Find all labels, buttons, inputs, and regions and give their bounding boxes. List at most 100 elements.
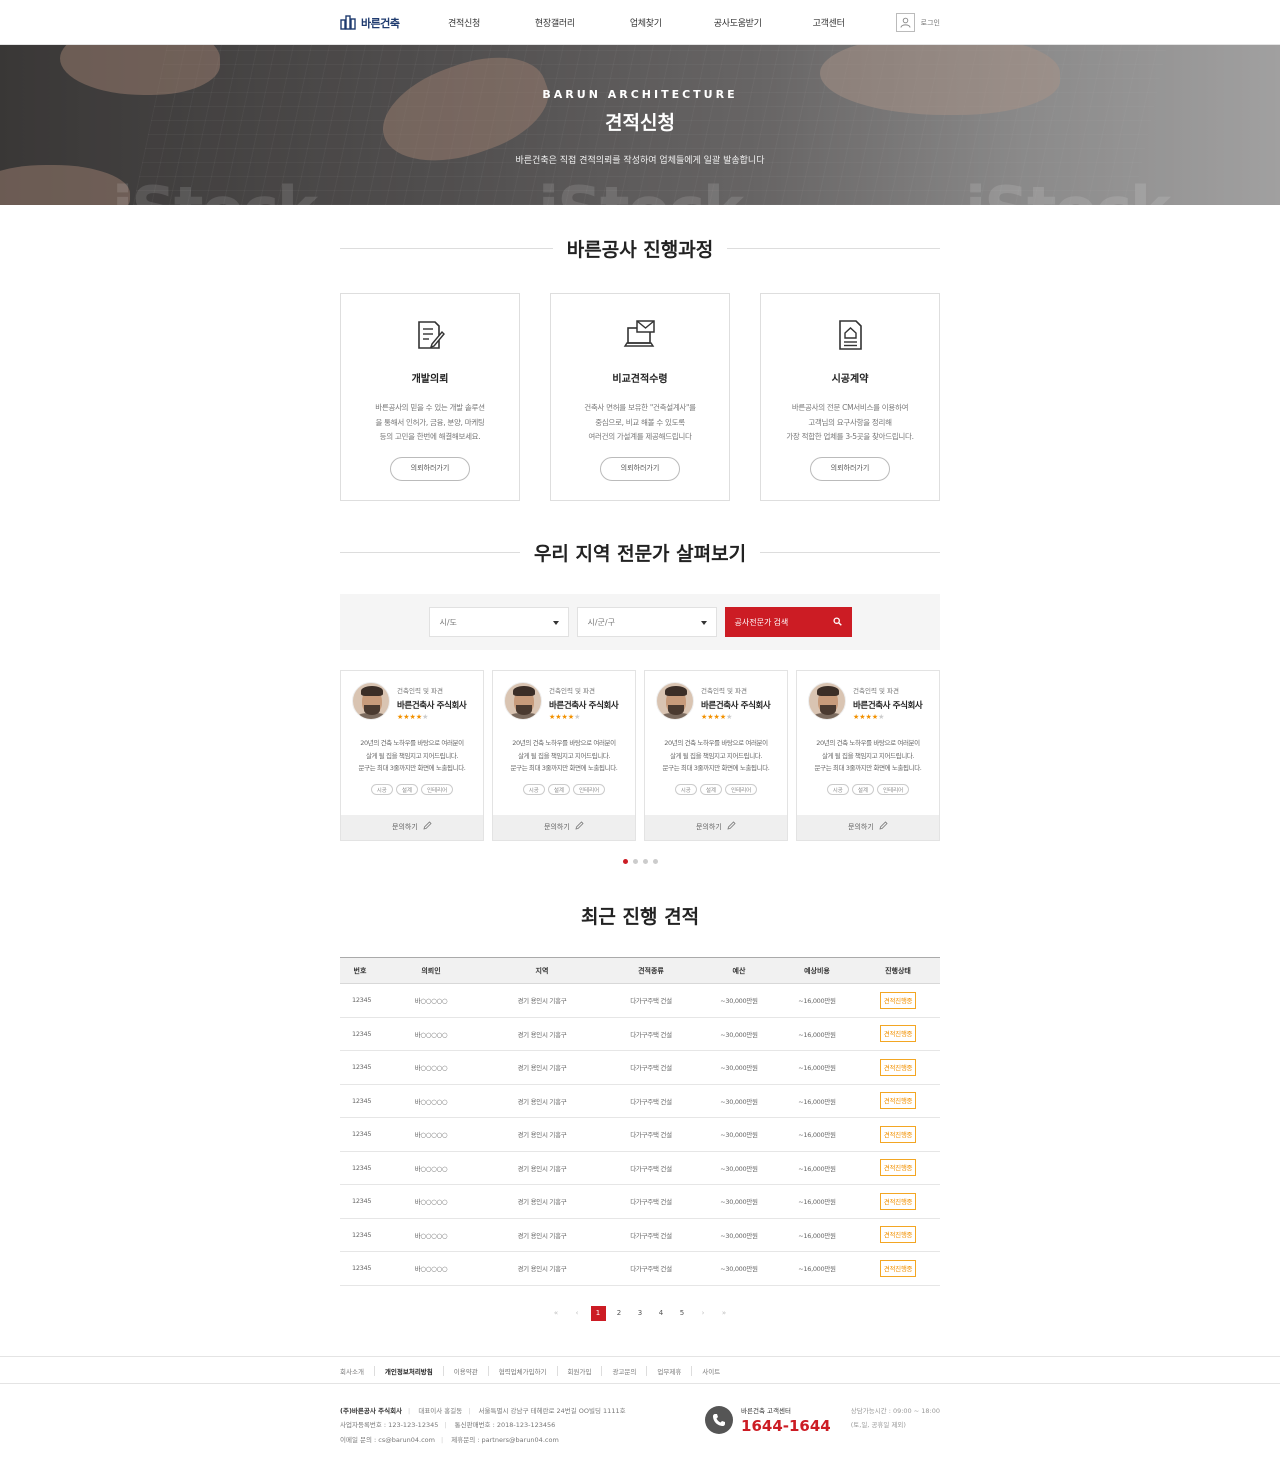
request-button[interactable]: 의뢰하러가기 [390,456,470,481]
carousel-dot[interactable] [622,859,628,864]
request-button[interactable]: 의뢰하러가기 [600,456,680,481]
request-button[interactable]: 의뢰하러가기 [810,456,890,481]
footer-link[interactable]: 이용약관 [454,1365,489,1376]
row-budget: ~30,000만원 [700,1218,778,1252]
page-number[interactable]: 4 [654,1306,669,1321]
footer-link[interactable]: 회원가입 [568,1365,603,1376]
row-type: 다가구주택 건설 [602,983,700,1018]
page-number[interactable]: 2 [612,1306,627,1321]
inquiry-button[interactable]: 문의하기 [797,815,939,840]
footer-link[interactable]: 협력업체가입하기 [499,1365,558,1376]
footer-link[interactable]: 회사소개 [340,1365,375,1376]
row-budget: ~30,000만원 [700,1184,778,1219]
row-status-cell: 견적진행중 [856,1151,940,1185]
nav-estimate[interactable]: 견적신청 [448,16,480,29]
nav-construction-help[interactable]: 공사도움받기 [714,16,762,29]
nav-customer-center[interactable]: 고객센터 [813,16,845,29]
expert-card[interactable]: 건축인력 및 파견 바른건축사 주식회사 ★★★★★ 20년의 건축 노하우를 … [492,670,636,841]
process-card: 비교견적수령 건축사 면허를 보유한 "건축설계사"를 중심으로, 비교 해볼 … [550,293,730,501]
logo[interactable]: 바른건축 [340,15,448,31]
city-select[interactable]: 시/도 [428,607,569,637]
table-row[interactable]: 12345 바○○○○○ 경기 용인시 기흥구 다가구주택 건설 ~30,000만원 ~1… [340,1017,940,1051]
table-row[interactable]: 12345 바○○○○○ 경기 용인시 기흥구 다가구주택 건설 ~30,000만원 ~1… [340,1151,940,1185]
footer-link[interactable]: 광고문의 [612,1365,648,1376]
rating-stars-icon: ★★★★★ [397,713,429,721]
expert-card[interactable]: 건축인력 및 파견 바른건축사 주식회사 ★★★★★ 20년의 건축 노하우를 … [340,670,484,841]
rating-stars-icon: ★★★★★ [549,713,581,721]
phone-icon [705,1405,734,1434]
status-badge: 견적진행중 [879,1259,917,1277]
inquiry-button[interactable]: 문의하기 [341,815,483,840]
expert-description: 20년의 건축 노하우를 바탕으로 여러분이 살게 될 집을 책임지고 지어드립… [510,739,618,772]
table-row[interactable]: 12345 바○○○○○ 경기 용인시 기흥구 다가구주택 건설 ~30,000만원 ~1… [340,1218,940,1252]
company-info: (주)바른공사 주식회사 | 대표이사 홍길동 | 서울특별시 강남구 테헤란로 2… [340,1406,626,1444]
table-row[interactable]: 12345 바○○○○○ 경기 용인시 기흥구 다가구주택 건설 ~30,000만원 ~1… [340,1184,940,1219]
process-card-title: 비교견적수령 [612,374,668,385]
table-row[interactable]: 12345 바○○○○○ 경기 용인시 기흥구 다가구주택 건설 ~30,000만원 ~1… [340,1050,940,1085]
expert-search-button[interactable]: 공사전문가 검색 [724,607,852,637]
row-budget: ~30,000만원 [700,1084,778,1118]
row-client: 바○○○○○ [380,1184,482,1219]
col-budget: 예산 [700,957,778,984]
expert-card[interactable]: 건축인력 및 파견 바른건축사 주식회사 ★★★★★ 20년의 건축 노하우를 … [644,670,788,841]
tag: 인테리어 [421,783,454,795]
prev-page-icon[interactable]: ‹ [570,1306,585,1321]
row-type: 다가구주택 건설 [602,1017,700,1051]
expert-card[interactable]: 건축인력 및 파견 바른건축사 주식회사 ★★★★★ 20년의 건축 노하우를 … [796,670,940,841]
row-number: 12345 [340,1050,380,1085]
row-client: 바○○○○○ [380,1117,482,1152]
col-status: 진행상태 [856,957,940,984]
row-expected-cost: ~16,000만원 [778,983,856,1018]
avatar [808,682,846,720]
inquiry-button[interactable]: 문의하기 [493,815,635,840]
district-select[interactable]: 시/군/구 [576,607,717,637]
recent-section: 최근 진행 견적 번호 의뢰인 지역 견적종류 예산 예상비용 진행상태 123… [340,902,940,1321]
pencil-icon [423,821,432,830]
last-page-icon[interactable]: » [717,1306,732,1321]
col-expected-cost: 예상비용 [778,957,856,984]
caret-down-icon [700,621,707,625]
nav-gallery[interactable]: 현장갤러리 [535,16,575,29]
page-number[interactable]: 3 [633,1306,648,1321]
expert-category: 건축인력 및 파견 [549,687,595,695]
table-row[interactable]: 12345 바○○○○○ 경기 용인시 기흥구 다가구주택 건설 ~30,000만원 ~1… [340,1117,940,1152]
expert-card-header: 건축인력 및 파견 바른건축사 주식회사 ★★★★★ [645,671,787,721]
row-client: 바○○○○○ [380,1151,482,1185]
tag: 설계 [851,783,874,795]
row-expected-cost: ~16,000만원 [778,1251,856,1286]
first-page-icon[interactable]: « [549,1306,564,1321]
row-budget: ~30,000만원 [700,1017,778,1051]
inquiry-button[interactable]: 문의하기 [645,815,787,840]
expert-search-bar: 시/도 시/군/구 공사전문가 검색 [340,594,940,650]
row-status-cell: 견적진행중 [856,1117,940,1152]
next-page-icon[interactable]: › [696,1306,711,1321]
partner-email[interactable]: 제휴문의 : partners@barun04.com [451,1436,559,1444]
expert-category: 건축인력 및 파견 [397,687,443,695]
table-row[interactable]: 12345 바○○○○○ 경기 용인시 기흥구 다가구주택 건설 ~30,000만원 ~1… [340,1251,940,1286]
row-expected-cost: ~16,000만원 [778,1084,856,1118]
page-number[interactable]: 1 [590,1305,606,1321]
logo-building-icon [340,15,356,30]
tag: 설계 [699,783,722,795]
expert-card-list: 건축인력 및 파견 바른건축사 주식회사 ★★★★★ 20년의 건축 노하우를 … [340,670,940,841]
table-row[interactable]: 12345 바○○○○○ 경기 용인시 기흥구 다가구주택 건설 ~30,000만원 ~1… [340,1084,940,1118]
carousel-dot[interactable] [642,859,648,864]
inquiry-label: 문의하기 [392,823,418,831]
col-number: 번호 [340,957,380,984]
process-card: 시공계약 바른공사의 전문 CM서비스를 이용하여 고객님의 요구사항을 정리해… [760,293,940,501]
table-row[interactable]: 12345 바○○○○○ 경기 용인시 기흥구 다가구주택 건설 ~30,000만원 ~1… [340,983,940,1018]
cc-number[interactable]: 1644-1644 [741,1417,831,1435]
footer-link[interactable]: 업무제휴 [657,1365,693,1376]
search-button-label: 공사전문가 검색 [734,617,789,627]
cc-name: 바른건축 고객센터 [741,1406,791,1415]
expert-tags: 시공 설계 인테리어 [645,783,787,795]
carousel-dot[interactable] [652,859,658,864]
footer-link[interactable]: 개인정보처리방침 [385,1365,444,1376]
carousel-dot[interactable] [632,859,638,864]
login-link[interactable]: 로그인 [895,13,940,32]
footer-link[interactable]: 사이트 [702,1366,730,1376]
tag: 시공 [370,783,393,795]
nav-find-company[interactable]: 업체찾기 [630,16,662,29]
page-number[interactable]: 5 [675,1306,690,1321]
email[interactable]: 이메일 문의 : cs@barun04.com [340,1436,435,1444]
